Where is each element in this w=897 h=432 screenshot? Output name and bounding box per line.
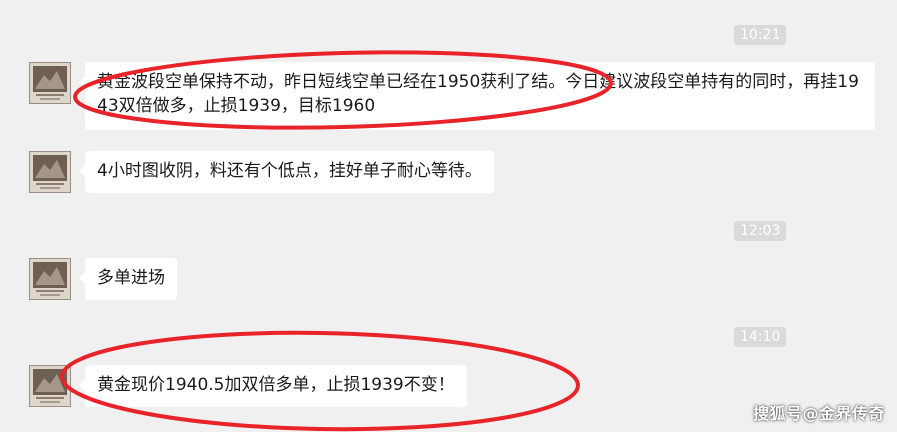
- avatar-image: [30, 366, 70, 406]
- message-bubble[interactable]: 黄金现价1940.5加双倍多单，止损1939不变！: [79, 365, 467, 407]
- avatar-image: [30, 63, 70, 103]
- message-bubble[interactable]: 黄金波段空单保持不动，昨日短线空单已经在1950获利了结。今日建议波段空单持有的…: [79, 62, 875, 130]
- timestamp: 14:10: [734, 327, 786, 347]
- avatar[interactable]: [29, 258, 71, 300]
- message-bubble[interactable]: 4小时图收阴，料还有个低点，挂好单子耐心等待。: [79, 151, 494, 193]
- avatar-image: [30, 152, 70, 192]
- avatar[interactable]: [29, 151, 71, 193]
- timestamp: 12:03: [734, 221, 786, 241]
- avatar[interactable]: [29, 62, 71, 104]
- timestamp: 10:21: [734, 25, 786, 45]
- chat-area: 10:21 黄金波段空单保持不动，昨日短线空单已经在1950获利了结。今日建议波…: [0, 0, 897, 432]
- watermark: 搜狐号@金界传奇: [752, 404, 885, 423]
- message-bubble[interactable]: 多单进场: [79, 258, 177, 300]
- avatar[interactable]: [29, 365, 71, 407]
- avatar-image: [30, 259, 70, 299]
